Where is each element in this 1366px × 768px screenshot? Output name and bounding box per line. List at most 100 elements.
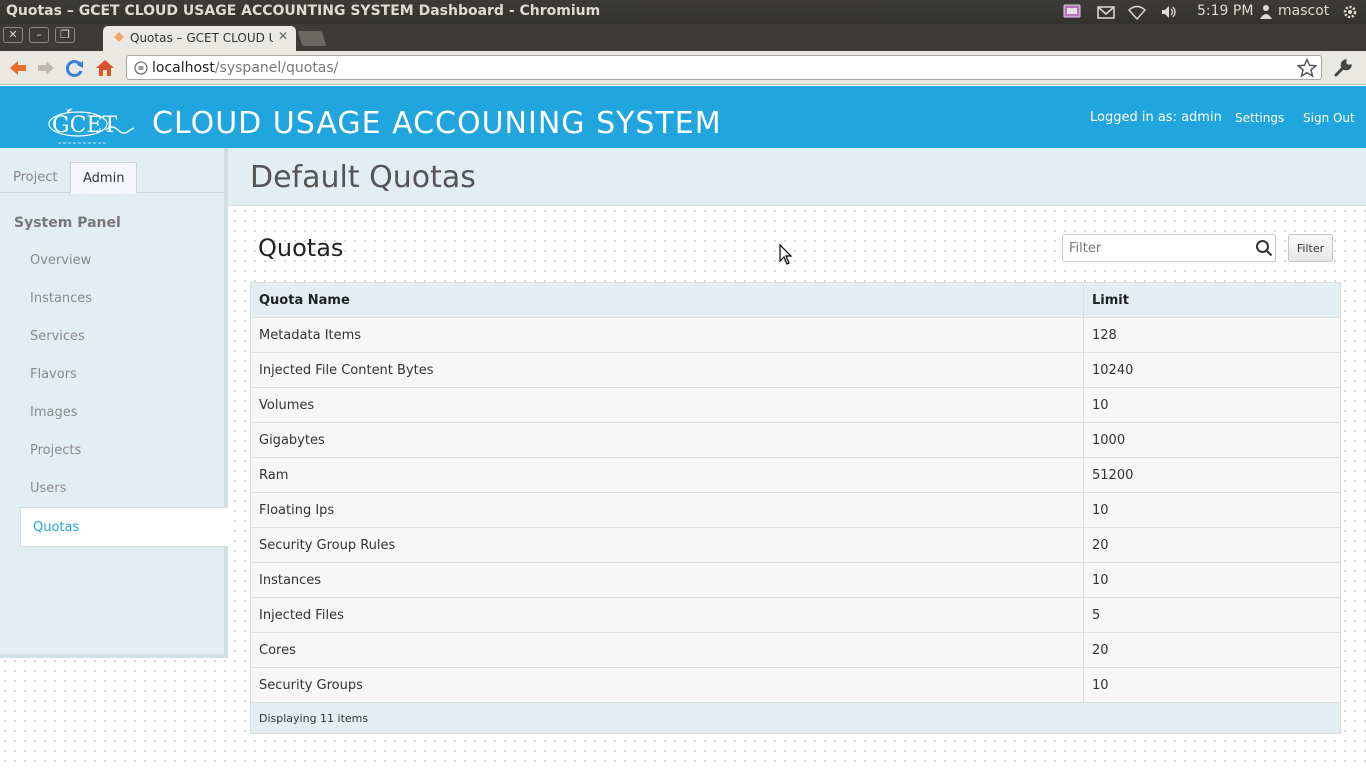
sidebar-item-services[interactable]: Services	[30, 329, 85, 344]
quota-name-cell: Injected Files	[250, 597, 1084, 633]
window-minimize-button[interactable]: –	[29, 27, 49, 43]
table-row: Ram 51200	[250, 457, 1341, 493]
sidebar-item-label: Quotas	[33, 520, 80, 535]
table-row: Security Groups 10	[250, 667, 1341, 703]
os-top-bar: Quotas – GCET CLOUD USAGE ACCOUNTING SYS…	[0, 0, 1366, 24]
browser-tab-active[interactable]: Quotas – GCET CLOUD USA ✕	[103, 26, 296, 51]
quotas-table: Quota Name Limit Metadata Items 128 Injec…	[250, 282, 1341, 734]
user-icon	[1260, 5, 1272, 19]
forward-arrow-icon[interactable]	[35, 57, 57, 79]
quota-name-cell: Injected File Content Bytes	[250, 352, 1084, 388]
tab-admin[interactable]: Admin	[70, 162, 138, 194]
logo-text: GCET	[52, 113, 117, 138]
tab-title: Quotas – GCET CLOUD USA	[130, 31, 273, 45]
quota-name-cell: Security Groups	[250, 667, 1084, 703]
table-row: Floating Ips 10	[250, 492, 1341, 528]
window-close-button[interactable]: ✕	[3, 27, 23, 43]
logged-in-label: Logged in as: admin	[1090, 110, 1222, 125]
mail-icon[interactable]	[1097, 4, 1115, 20]
column-header-limit[interactable]: Limit	[1083, 282, 1341, 318]
clock[interactable]: 5:19 PM	[1197, 3, 1253, 19]
volume-icon[interactable]	[1160, 4, 1178, 20]
favicon-icon	[114, 32, 124, 42]
sign-out-link[interactable]: Sign Out	[1303, 111, 1355, 125]
table-row: Injected Files 5	[250, 597, 1341, 633]
page-header: Default Quotas	[228, 148, 1366, 206]
quota-limit-cell: 10	[1083, 562, 1341, 598]
table-row: Injected File Content Bytes 10240	[250, 352, 1341, 388]
search-icon[interactable]	[1255, 239, 1273, 257]
table-title: Quotas	[258, 234, 344, 262]
quota-name-cell: Security Group Rules	[250, 527, 1084, 563]
address-bar[interactable]: localhost/syspanel/quotas/	[126, 55, 1322, 80]
quota-name-cell: Gigabytes	[250, 422, 1084, 458]
quota-limit-cell: 10240	[1083, 352, 1341, 388]
page-title: Default Quotas	[250, 160, 476, 195]
sidebar: Project Admin System Panel Overview Inst…	[0, 148, 228, 658]
quota-limit-cell: 10	[1083, 387, 1341, 423]
tab-close-icon[interactable]: ✕	[278, 29, 288, 43]
table-footer-row: Displaying 11 items	[250, 702, 1341, 734]
panel-title: System Panel	[14, 215, 121, 231]
quota-name-cell: Cores	[250, 632, 1084, 668]
table-row: Security Group Rules 20	[250, 527, 1341, 563]
quota-name-cell: Instances	[250, 562, 1084, 598]
window-restore-button[interactable]: ❐	[55, 27, 75, 43]
url-host: localhost	[152, 60, 215, 76]
mouse-cursor-icon	[779, 244, 793, 265]
quota-name-cell: Ram	[250, 457, 1084, 493]
gcet-logo[interactable]: GCET	[46, 100, 138, 148]
column-header-quota-name[interactable]: Quota Name	[250, 282, 1084, 318]
app-header: GCET CLOUD USAGE ACCOUNING SYSTEM Logged…	[0, 86, 1366, 148]
filter-field[interactable]	[1062, 234, 1276, 262]
table-header-row: Quota Name Limit	[250, 282, 1341, 318]
filter-button[interactable]: Filter	[1288, 234, 1333, 262]
sidebar-item-overview[interactable]: Overview	[30, 253, 91, 268]
brand-title: CLOUD USAGE ACCOUNING SYSTEM	[152, 106, 722, 141]
table-row: Volumes 10	[250, 387, 1341, 423]
quota-limit-cell: 128	[1083, 317, 1341, 353]
quota-limit-cell: 10	[1083, 492, 1341, 528]
url-path: /syspanel/quotas/	[214, 60, 339, 76]
sidebar-item-users[interactable]: Users	[30, 481, 66, 496]
sidebar-item-images[interactable]: Images	[30, 405, 78, 420]
quota-limit-cell: 5	[1083, 597, 1341, 633]
back-arrow-icon[interactable]	[7, 57, 29, 79]
quota-name-cell: Metadata Items	[250, 317, 1084, 353]
quota-limit-cell: 20	[1083, 632, 1341, 668]
sidebar-tabs: Project Admin	[0, 162, 224, 194]
browser-toolbar: localhost/syspanel/quotas/	[0, 51, 1366, 85]
bookmark-star-icon[interactable]	[1297, 58, 1317, 78]
tab-project[interactable]: Project	[1, 162, 69, 193]
sidebar-item-quotas[interactable]: Quotas	[20, 507, 228, 547]
settings-link[interactable]: Settings	[1235, 111, 1284, 125]
filter-input[interactable]	[1063, 235, 1253, 261]
browser-tab-strip: ✕ – ❐ Quotas – GCET CLOUD USA ✕	[0, 24, 1366, 51]
page-info-icon[interactable]	[134, 61, 148, 75]
quota-limit-cell: 51200	[1083, 457, 1341, 493]
power-gear-icon[interactable]	[1341, 4, 1359, 20]
quota-name-cell: Floating Ips	[250, 492, 1084, 528]
sidebar-item-instances[interactable]: Instances	[30, 291, 92, 306]
quota-name-cell: Volumes	[250, 387, 1084, 423]
home-icon[interactable]	[94, 57, 116, 79]
sidebar-item-flavors[interactable]: Flavors	[30, 367, 77, 382]
wifi-icon[interactable]	[1128, 4, 1146, 20]
web-page: GCET CLOUD USAGE ACCOUNING SYSTEM Logged…	[0, 86, 1366, 768]
sidebar-item-projects[interactable]: Projects	[30, 443, 81, 458]
table-item-count: Displaying 11 items	[250, 702, 1341, 734]
reload-icon[interactable]	[64, 57, 86, 79]
table-row: Gigabytes 1000	[250, 422, 1341, 458]
new-tab-button[interactable]	[297, 31, 327, 46]
url-text: localhost/syspanel/quotas/	[152, 60, 338, 76]
quota-limit-cell: 1000	[1083, 422, 1341, 458]
table-row: Cores 20	[250, 632, 1341, 668]
wrench-icon[interactable]	[1333, 58, 1353, 78]
quota-limit-cell: 10	[1083, 667, 1341, 703]
table-row: Metadata Items 128	[250, 317, 1341, 353]
table-row: Instances 10	[250, 562, 1341, 598]
user-name[interactable]: mascot	[1278, 3, 1329, 19]
window-title: Quotas – GCET CLOUD USAGE ACCOUNTING SYS…	[6, 3, 601, 19]
display-icon[interactable]	[1063, 4, 1081, 20]
quota-limit-cell: 20	[1083, 527, 1341, 563]
